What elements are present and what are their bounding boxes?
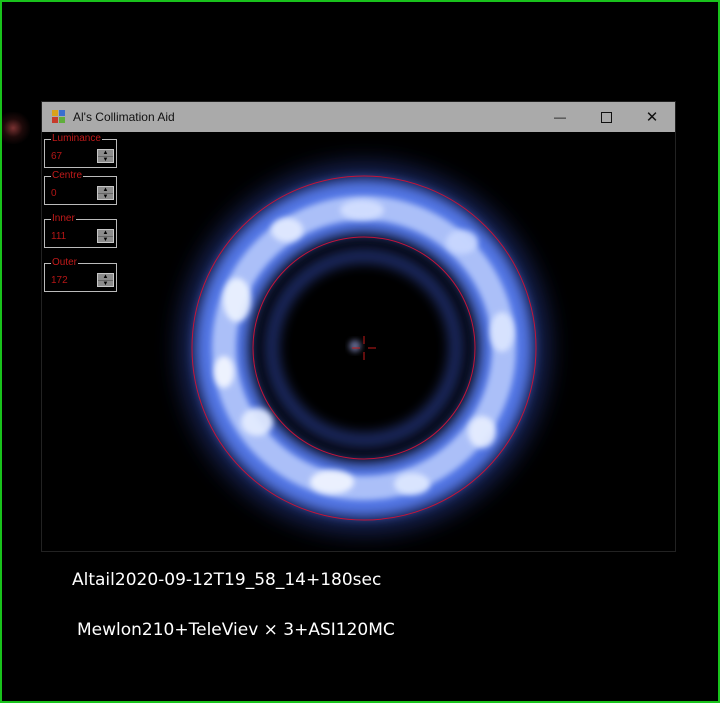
title-bar[interactable]: Al's Collimation Aid — ✕ [42,102,675,132]
star-image [179,163,549,533]
luminance-label: Luminance [51,133,102,145]
spin-down-icon[interactable]: ▼ [98,281,113,287]
outer-spinner[interactable]: ▲ ▼ [97,273,114,287]
app-icon [52,110,66,124]
close-icon: ✕ [645,109,659,126]
maximize-button[interactable] [583,102,629,132]
luminance-control: Luminance 67 ▲ ▼ [44,133,117,168]
spin-down-icon[interactable]: ▼ [98,194,113,200]
luminance-spinner[interactable]: ▲ ▼ [97,149,114,163]
inner-glow [265,249,463,447]
stray-noise [2,112,30,144]
crosshair-icon [352,336,376,360]
spin-up-icon[interactable]: ▲ [98,274,113,281]
inner-control: Inner 111 ▲ ▼ [44,213,117,248]
outer-value[interactable]: 172 [51,275,68,287]
capture-timestamp-caption: Altail2020-09-12T19_58_14+180sec [72,570,382,590]
inner-label: Inner [51,213,76,225]
spin-up-icon[interactable]: ▲ [98,230,113,237]
centre-spinner[interactable]: ▲ ▼ [97,186,114,200]
equipment-caption: Mewlon210+TeleViev × 3+ASI120MC [77,620,395,640]
minimize-icon: — [554,110,566,124]
inner-value[interactable]: 111 [51,231,66,243]
image-canvas[interactable]: Luminance 67 ▲ ▼ Centre 0 ▲ ▼ Inner 111 … [42,132,675,551]
outer-control: Outer 172 ▲ ▼ [44,257,117,292]
centre-label: Centre [51,170,84,182]
inner-circle [252,236,476,460]
outer-label: Outer [51,257,79,269]
spin-down-icon[interactable]: ▼ [98,157,113,163]
centre-value[interactable]: 0 [51,188,57,200]
inner-spinner[interactable]: ▲ ▼ [97,229,114,243]
spin-up-icon[interactable]: ▲ [98,150,113,157]
luminance-value[interactable]: 67 [51,151,62,163]
spin-down-icon[interactable]: ▼ [98,237,113,243]
close-button[interactable]: ✕ [629,102,675,132]
spin-up-icon[interactable]: ▲ [98,187,113,194]
maximize-icon [600,111,612,123]
collimation-aid-window: Al's Collimation Aid — ✕ Luminance 67 ▲ … [41,101,676,552]
central-spot [349,340,361,352]
centre-control: Centre 0 ▲ ▼ [44,170,117,205]
minimize-button[interactable]: — [537,102,583,132]
window-title: Al's Collimation Aid [73,110,175,124]
